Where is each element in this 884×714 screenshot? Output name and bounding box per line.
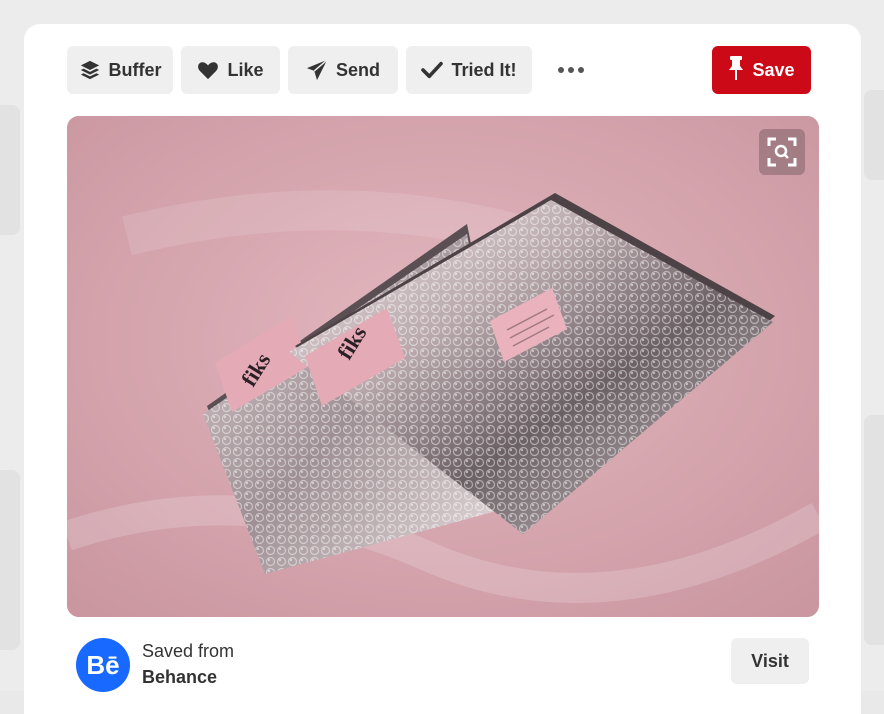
pin-action-toolbar: Buffer Like Send [67, 46, 811, 94]
pin-closeup-card: Buffer Like Send [24, 24, 861, 714]
like-button[interactable]: Like [181, 46, 280, 94]
paper-plane-icon [306, 59, 328, 81]
background-pin [0, 105, 20, 235]
send-button[interactable]: Send [288, 46, 398, 94]
save-button[interactable]: Save [712, 46, 811, 94]
pin-source-footer: Bē Saved from Behance Visit [76, 636, 809, 696]
like-label: Like [227, 60, 263, 81]
buffer-label: Buffer [109, 60, 162, 81]
heart-icon [197, 60, 219, 80]
behance-logo-text: Bē [86, 650, 119, 681]
background-pin [864, 415, 884, 645]
layers-icon [79, 59, 101, 81]
source-name-link[interactable]: Behance [142, 667, 217, 688]
pin-image[interactable]: fiks fiks [67, 116, 819, 617]
background-pin [864, 90, 884, 180]
pushpin-icon [728, 56, 744, 85]
checkmark-icon [421, 61, 443, 79]
source-avatar[interactable]: Bē [76, 638, 130, 692]
visual-search-button[interactable] [759, 129, 805, 175]
tried-it-label: Tried It! [451, 60, 516, 81]
visual-search-icon [767, 137, 797, 167]
visit-label: Visit [751, 651, 789, 672]
buffer-button[interactable]: Buffer [67, 46, 173, 94]
save-label: Save [752, 60, 794, 81]
more-dots-icon [558, 67, 584, 73]
saved-from-label: Saved from [142, 641, 234, 662]
tried-it-button[interactable]: Tried It! [406, 46, 532, 94]
visit-button[interactable]: Visit [731, 638, 809, 684]
send-label: Send [336, 60, 380, 81]
background-pin [0, 470, 20, 650]
mailers-photo-graphic: fiks fiks [67, 116, 819, 617]
more-options-button[interactable] [556, 46, 586, 94]
